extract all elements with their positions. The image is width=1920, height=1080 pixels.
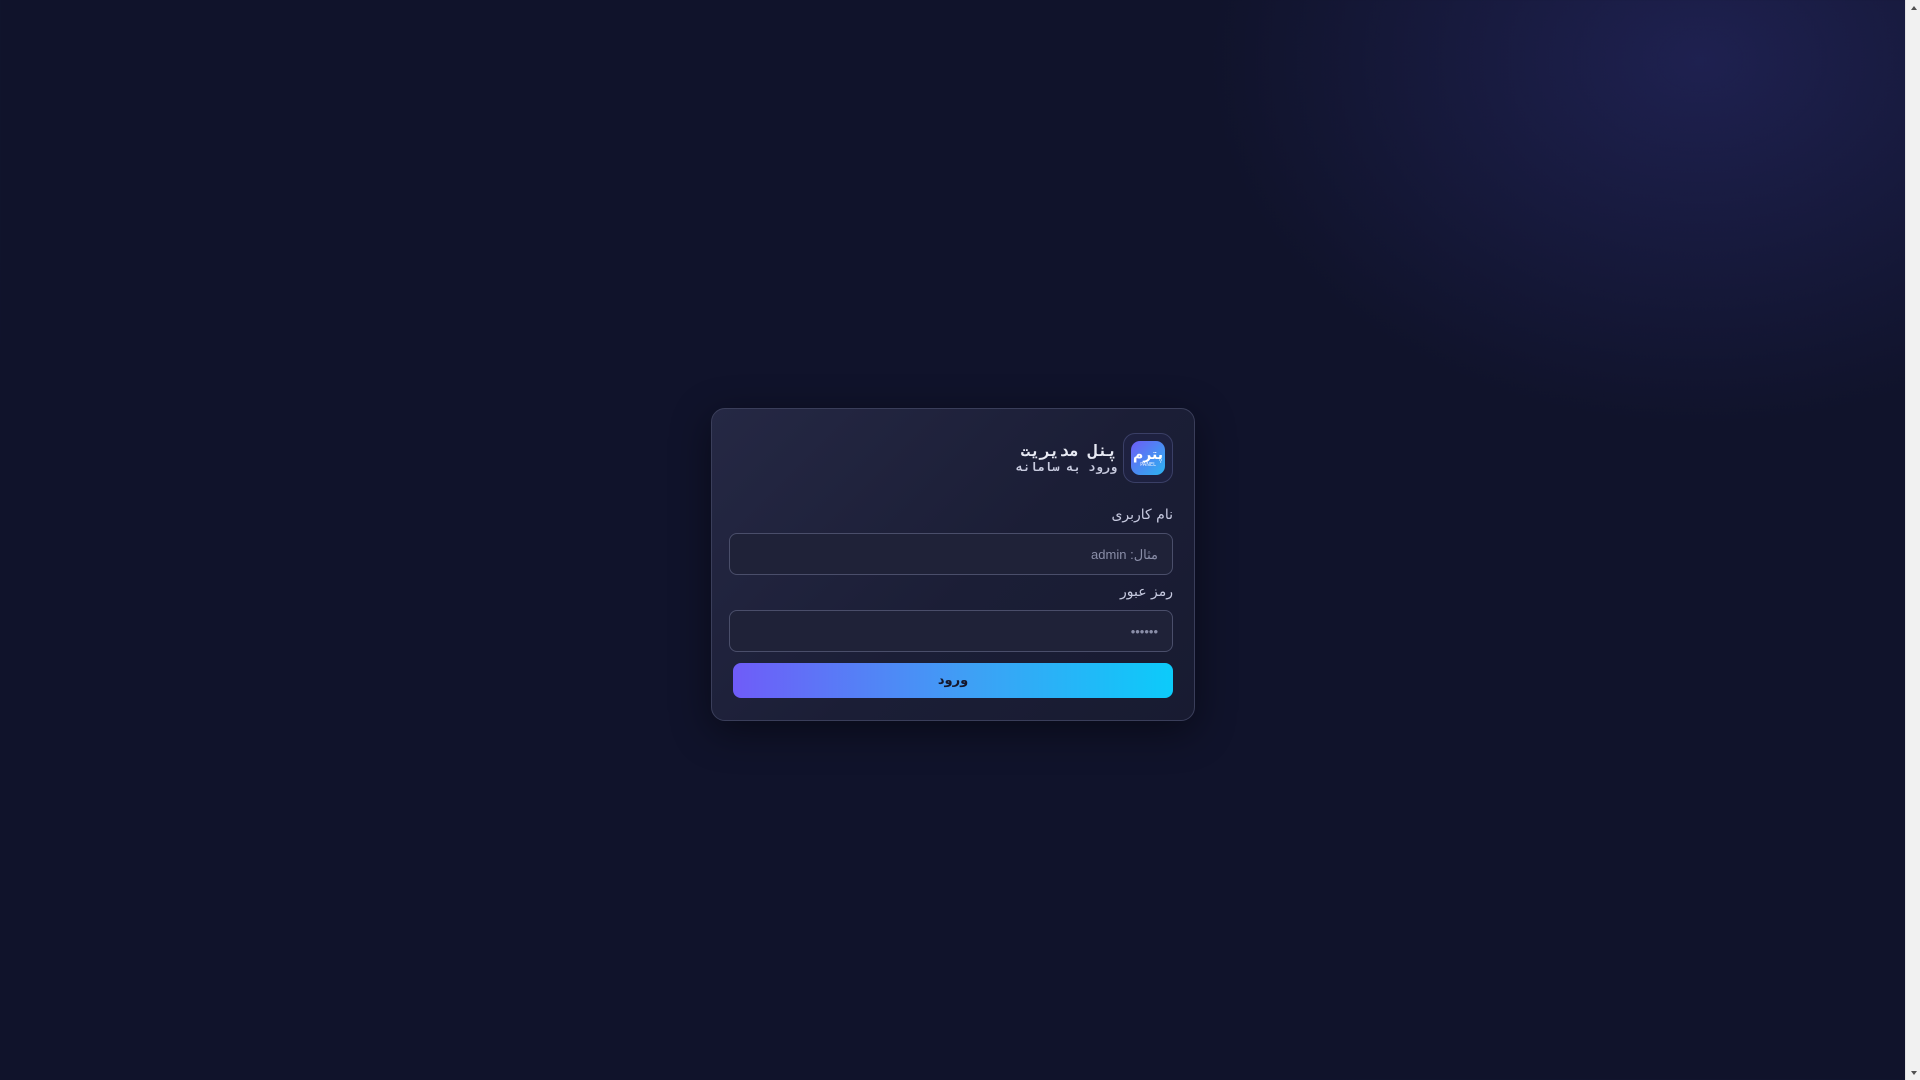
username-label: نام کاربری — [1111, 507, 1173, 523]
login-card: پترم PANEL پنل مدیریت ورود به سامانه نام… — [711, 408, 1195, 721]
logo-text: پترم — [1133, 447, 1163, 463]
logo: پترم PANEL — [1123, 433, 1173, 483]
page-title: پنل مدیریت — [1020, 441, 1117, 460]
scroll-up-icon[interactable] — [1906, 0, 1920, 15]
logo-mark: پترم PANEL — [1131, 441, 1165, 475]
scroll-down-icon[interactable] — [1906, 1065, 1920, 1080]
password-label: رمز عبور — [1119, 584, 1173, 600]
password-input[interactable] — [729, 610, 1173, 652]
brand-header: پترم PANEL پنل مدیریت ورود به سامانه — [1016, 433, 1173, 483]
brand-text: پنل مدیریت ورود به سامانه — [1015, 441, 1117, 475]
page-subtitle: ورود به سامانه — [1015, 460, 1117, 474]
vertical-scrollbar[interactable] — [1905, 0, 1920, 1080]
username-input[interactable] — [729, 533, 1173, 575]
login-page: پترم PANEL پنل مدیریت ورود به سامانه نام… — [0, 0, 1905, 1080]
logo-subtext: PANEL — [1140, 462, 1156, 468]
login-button[interactable]: ورود — [733, 663, 1173, 698]
